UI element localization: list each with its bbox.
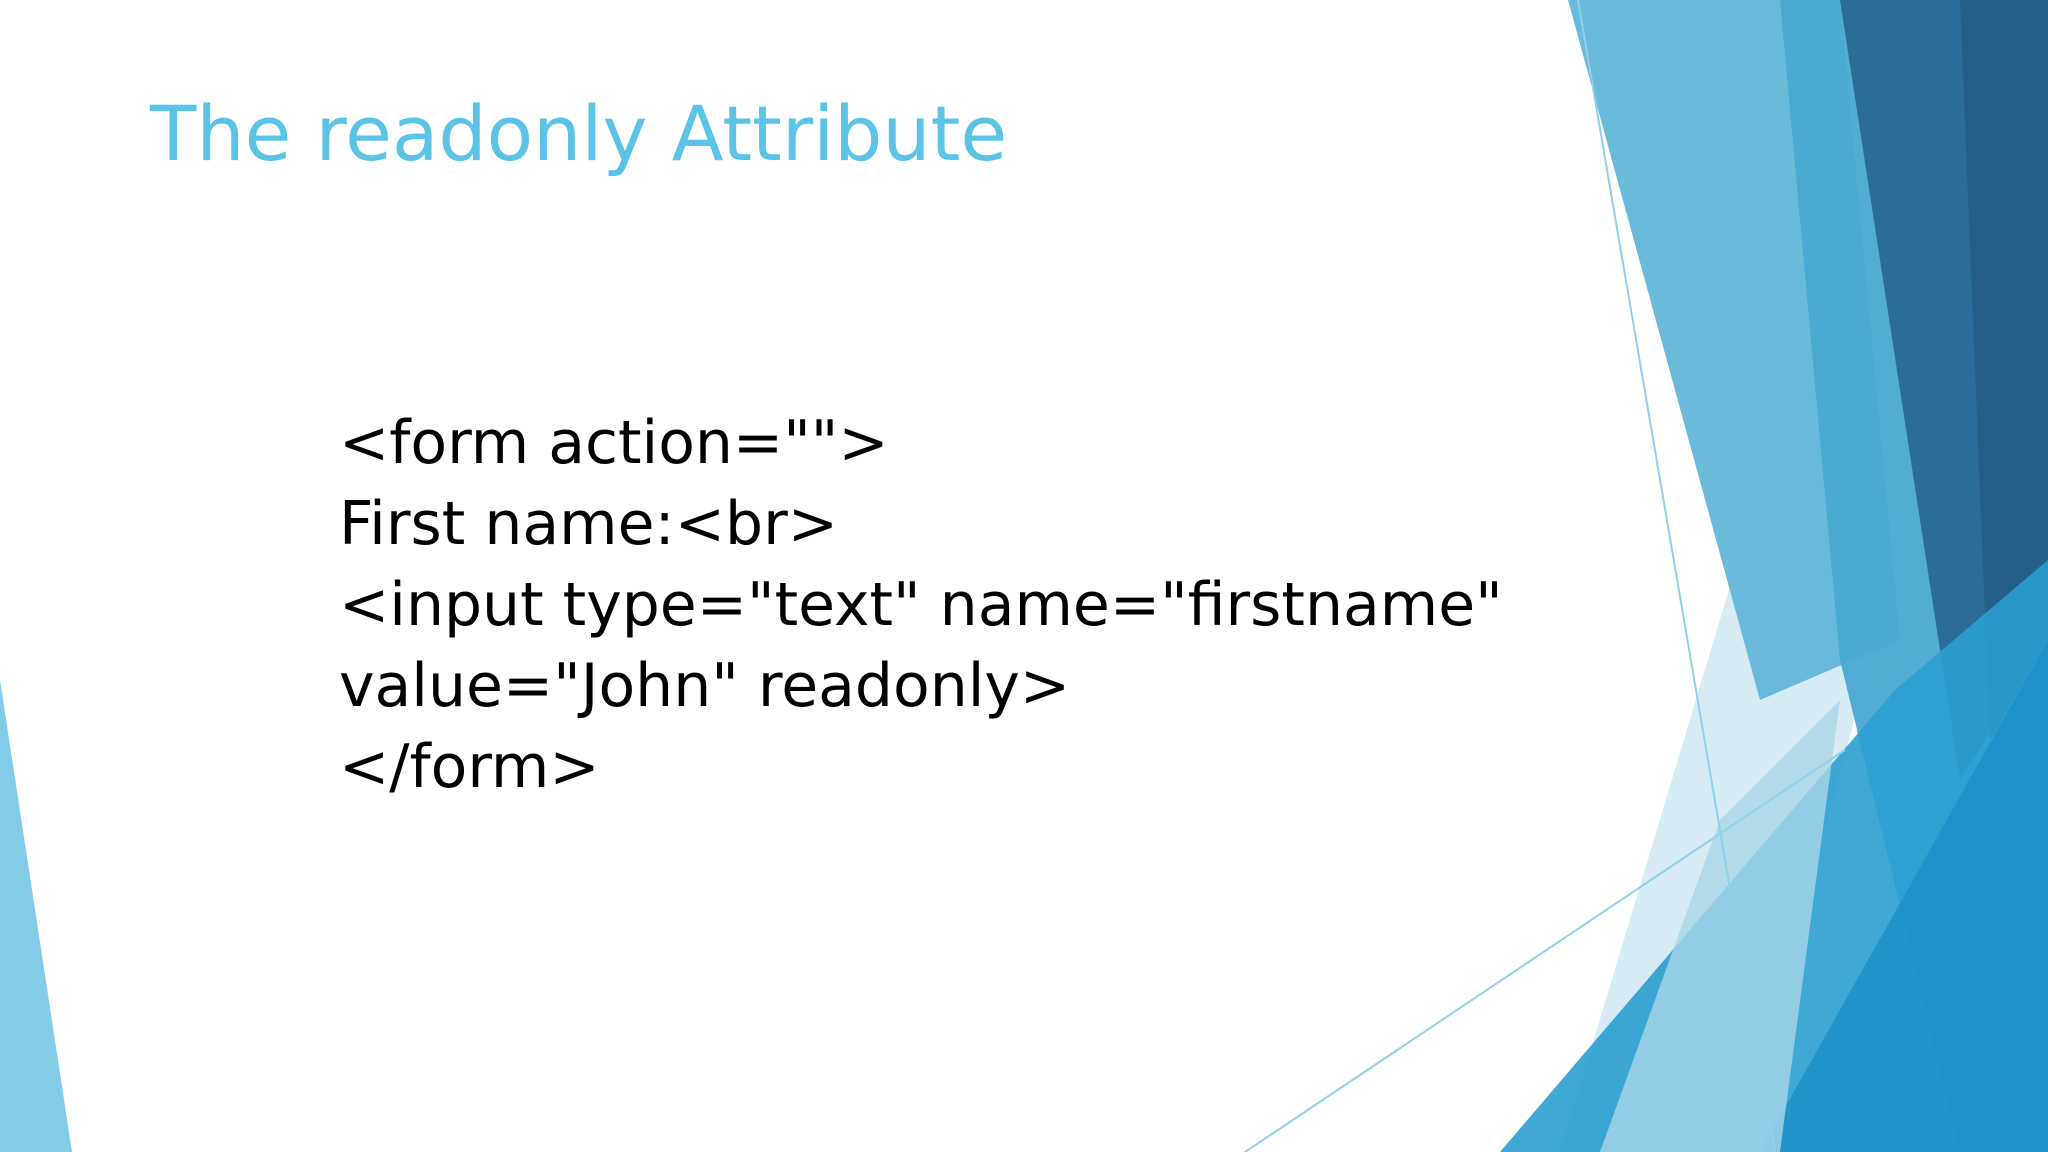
code-line-form-close: </form> <box>339 732 600 802</box>
code-line-value: value="John" readonly> <box>339 651 1071 721</box>
slide-title: The readonly Attribute <box>150 89 1008 178</box>
code-line-first-name: First name:<br> <box>339 489 839 559</box>
slide: The readonly Attribute <form action=""> … <box>0 0 2048 1152</box>
code-line-form-open: <form action=""> <box>339 408 889 478</box>
left-accent-shape <box>0 680 72 1152</box>
code-example: <form action=""> First name:<br> <input … <box>339 403 1503 808</box>
code-line-input: <input type="text" name="firstname" <box>339 570 1503 640</box>
